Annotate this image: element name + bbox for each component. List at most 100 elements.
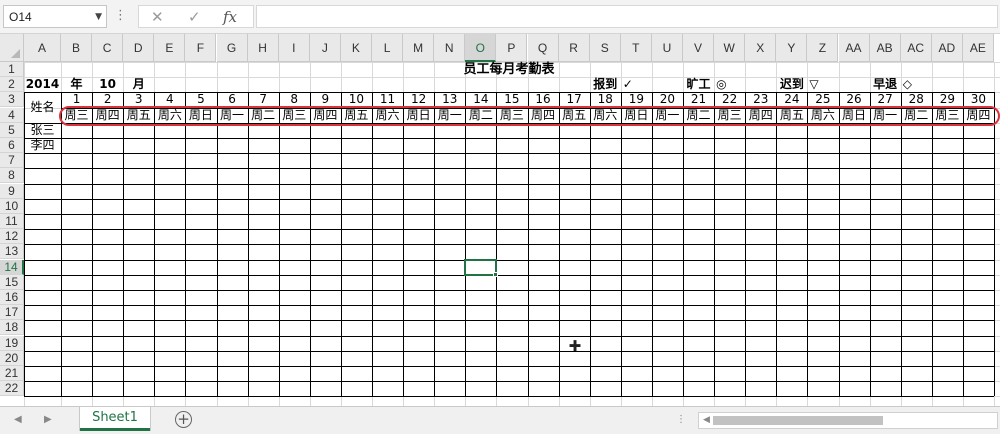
column-header-g[interactable]: G [216, 34, 248, 62]
tab-split-handle-icon[interactable]: ⋮ [676, 414, 686, 425]
column-header-r[interactable]: R [558, 34, 590, 62]
column-header-ac[interactable]: AC [900, 34, 932, 62]
table-border [24, 396, 994, 398]
select-all-corner[interactable] [0, 34, 24, 62]
column-header-c[interactable]: C [92, 34, 124, 62]
row-header-18[interactable]: 18 [0, 320, 24, 336]
horizontal-scrollbar[interactable]: ◀ [698, 412, 998, 429]
sheet-tab-sheet1[interactable]: Sheet1 [80, 407, 150, 431]
column-header-t[interactable]: T [620, 34, 652, 62]
formula-input[interactable] [256, 5, 998, 28]
row-header-15[interactable]: 15 [0, 274, 24, 290]
spreadsheet-grid[interactable]: A B C D E F G H I J K L M N O P Q R S T U V W X Y Z AA AB AC AD AE 123… [0, 34, 1000, 406]
table-border [24, 168, 994, 170]
row-header-21[interactable]: 21 [0, 366, 24, 381]
row-header-12[interactable]: 12 [0, 229, 24, 245]
insert-function-icon[interactable]: fx [223, 8, 237, 26]
cancel-icon[interactable]: ✕ [151, 8, 164, 26]
next-sheet-icon[interactable]: ▶ [44, 414, 52, 425]
column-header-y[interactable]: Y [776, 34, 808, 62]
cell-area[interactable]: 员工每月考勤表 2014 年 10 月报到 ✓ 旷工 ◎ 迟到 ▽ 早退 ◇ 姓名 1 2 3 4 5 6 7 8 9 10… [24, 62, 1000, 406]
add-sheet-icon[interactable]: + [175, 411, 192, 428]
legend-symbol-3: ◇ [902, 77, 912, 92]
legend-label-0: 报到 [593, 77, 618, 92]
table-border [24, 244, 994, 246]
row-header-13[interactable]: 13 [0, 244, 24, 260]
column-header-e[interactable]: E [154, 34, 186, 62]
legend-label-3: 早退 [873, 77, 898, 92]
column-header-w[interactable]: W [714, 34, 746, 62]
row-header-22[interactable]: 22 [0, 381, 24, 397]
column-header-l[interactable]: L [372, 34, 404, 62]
row-header-4[interactable]: 4 [0, 107, 24, 123]
legend-label-1: 旷工 [686, 77, 711, 92]
column-header-m[interactable]: M [403, 34, 435, 62]
column-header-ab[interactable]: AB [869, 34, 901, 62]
table-border [24, 381, 994, 383]
table-border [24, 259, 994, 261]
legend-symbol-2: ▽ [809, 77, 819, 92]
sheet-title: 员工每月考勤表 [463, 62, 555, 77]
prev-sheet-icon[interactable]: ◀ [14, 414, 22, 425]
row-header-8[interactable]: 8 [0, 168, 24, 184]
column-header-z[interactable]: Z [807, 34, 839, 62]
row-header-10[interactable]: 10 [0, 198, 24, 214]
row-header-14[interactable]: 14 [0, 259, 24, 275]
highlight-oval [59, 105, 1000, 126]
column-header-d[interactable]: D [123, 34, 155, 62]
row-header-6[interactable]: 6 [0, 138, 24, 153]
row-header-16[interactable]: 16 [0, 290, 24, 305]
gridline [24, 77, 1000, 79]
column-header-p[interactable]: P [496, 34, 528, 62]
table-border [994, 92, 995, 397]
name-box[interactable]: O14 ▼ [3, 5, 107, 28]
row-header-17[interactable]: 17 [0, 305, 24, 321]
column-header-u[interactable]: U [651, 34, 683, 62]
column-header-j[interactable]: J [309, 34, 341, 62]
column-header-n[interactable]: N [434, 34, 466, 62]
row-header-19[interactable]: 19 [0, 335, 24, 351]
table-border [24, 183, 994, 185]
more-options-icon[interactable]: ⋮ [114, 9, 127, 23]
column-header-aa[interactable]: AA [838, 34, 870, 62]
year-unit: 年 [70, 77, 83, 92]
column-header-ae[interactable]: AE [962, 34, 994, 62]
column-header-i[interactable]: I [278, 34, 310, 62]
row-header-5[interactable]: 5 [0, 122, 24, 138]
month-value: 10 [99, 77, 116, 92]
table-border [24, 320, 994, 322]
month-unit: 月 [132, 77, 145, 92]
column-header-x[interactable]: X [745, 34, 777, 62]
column-header-k[interactable]: K [340, 34, 372, 62]
name-header: 姓名 [30, 100, 55, 114]
column-header-q[interactable]: Q [527, 34, 559, 62]
row-header-11[interactable]: 11 [0, 214, 24, 229]
employee-name: 张三 [30, 122, 55, 137]
column-header-f[interactable]: F [185, 34, 217, 62]
column-header-b[interactable]: B [61, 34, 93, 62]
row-header-3[interactable]: 3 [0, 92, 24, 108]
enter-icon[interactable]: ✓ [188, 8, 201, 26]
table-border [24, 138, 994, 139]
table-border [24, 214, 994, 215]
year-value: 2014 [25, 77, 60, 92]
row-header-7[interactable]: 7 [0, 153, 24, 169]
fill-handle[interactable] [493, 271, 499, 277]
table-border [24, 305, 994, 307]
row-header-1[interactable]: 1 [0, 62, 24, 77]
column-header-v[interactable]: V [683, 34, 715, 62]
row-header-20[interactable]: 20 [0, 350, 24, 366]
scrollbar-thumb[interactable] [713, 416, 883, 425]
legend-symbol-0: ✓ [622, 77, 633, 92]
column-header-h[interactable]: H [247, 34, 279, 62]
scroll-left-icon[interactable]: ◀ [703, 415, 710, 425]
chevron-down-icon[interactable]: ▼ [95, 12, 102, 22]
column-header-a[interactable]: A [24, 34, 61, 62]
column-header-o[interactable]: O [465, 34, 497, 62]
table-border [24, 350, 994, 352]
column-header-s[interactable]: S [589, 34, 621, 62]
row-header-2[interactable]: 2 [0, 77, 24, 93]
row-header-9[interactable]: 9 [0, 183, 24, 199]
table-border [24, 229, 994, 231]
column-header-ad[interactable]: AD [931, 34, 963, 62]
